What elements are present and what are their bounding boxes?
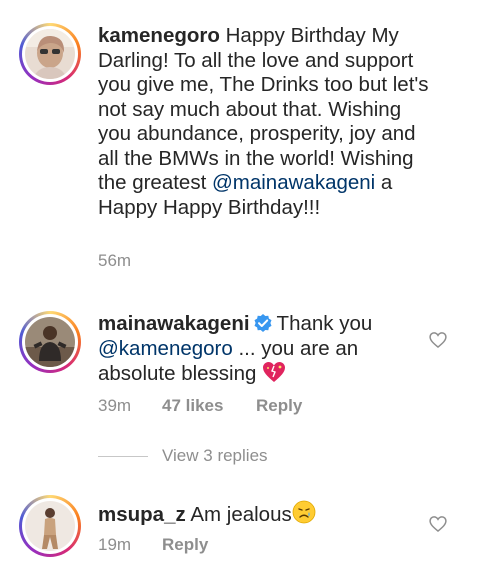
sparkling-heart-icon [263,362,286,382]
comment-body: kamenegoro Happy Birthday My Darling! To… [98,24,438,220]
reply-button[interactable]: Reply [256,396,302,416]
comment-username[interactable]: kamenegoro [98,24,220,47]
avatar-photo-icon [25,317,75,367]
comment-time: 39m [98,396,132,415]
comment-time: 56m [98,251,132,270]
comment-meta: 56m [98,251,131,271]
comment-meta: 19m Reply [98,535,208,555]
mention-link[interactable]: @mainawakageni [212,171,375,194]
mention-link[interactable]: @kamenegoro [98,337,233,360]
likes-count[interactable]: 47 likes [162,396,256,416]
avatar-photo-icon [25,29,75,79]
reply-button[interactable]: Reply [162,535,208,555]
crying-face-icon [292,500,316,524]
avatar-photo-icon [25,501,75,551]
comment-text: Happy Birthday My Darling! To all the lo… [98,24,429,194]
avatar-kamenegoro[interactable] [19,23,81,85]
divider-line [98,455,148,457]
comment-body: msupa_z Am jealous [98,500,438,528]
view-replies-label: View 3 replies [162,446,268,465]
avatar-msupa-z[interactable] [19,495,81,557]
comment-text: Am jealous [190,503,292,526]
comment-username[interactable]: mainawakageni [98,312,250,335]
comment-time: 19m [98,535,132,554]
like-heart-icon[interactable] [428,330,448,350]
avatar-mainawakageni[interactable] [19,311,81,373]
comment-meta: 39m 47 likes Reply [98,396,302,416]
comment-username[interactable]: msupa_z [98,503,186,526]
like-heart-icon[interactable] [428,514,448,534]
verified-badge-icon [254,314,272,332]
comment-body: mainawakageni Thank you @kamenegoro ... … [98,312,438,387]
comment-text: Thank you [276,312,373,335]
view-replies-button[interactable]: View 3 replies [98,446,268,466]
